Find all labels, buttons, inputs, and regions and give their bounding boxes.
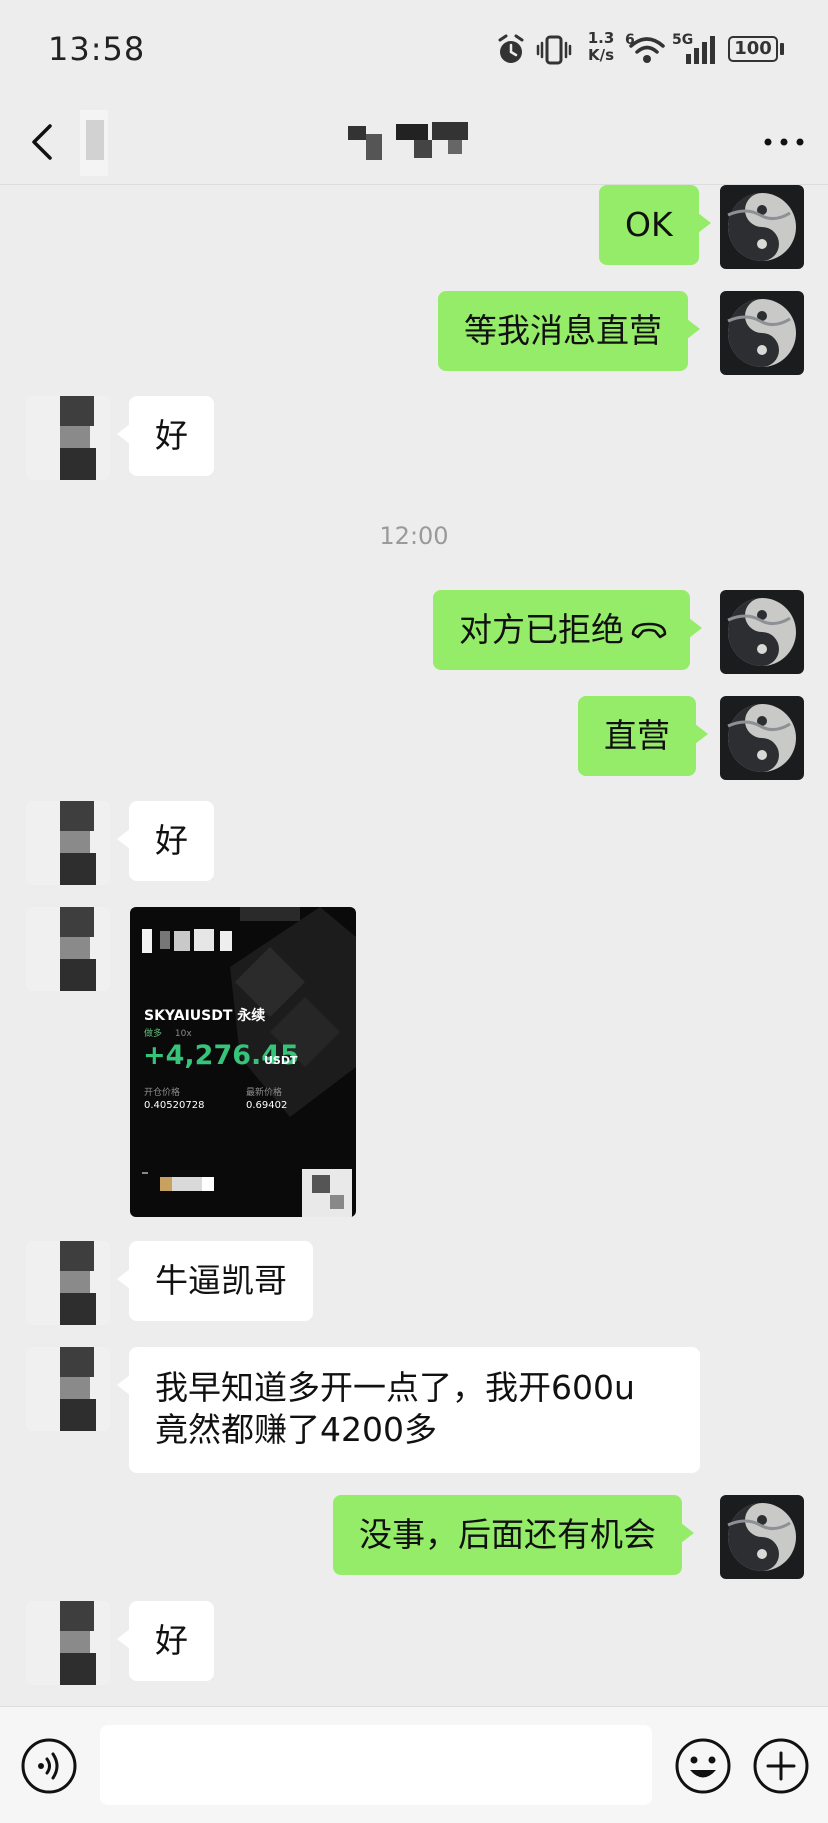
hangup-icon <box>631 622 667 639</box>
my-avatar[interactable] <box>720 1495 804 1579</box>
message-text: 没事，后面还有机会 <box>359 1515 656 1554</box>
emoji-icon[interactable] <box>674 1737 732 1795</box>
contact-avatar-redacted[interactable] <box>26 1347 110 1431</box>
message-bubble-mine[interactable]: 没事，后面还有机会 <box>333 1495 694 1575</box>
message-text: 好 <box>155 1621 188 1660</box>
message-bubble-theirs[interactable]: 好 <box>117 1601 214 1681</box>
contact-avatar-redacted[interactable] <box>26 396 110 480</box>
message-bubble-theirs[interactable]: 好 <box>117 396 214 476</box>
trading-pair: SKYAIUSDT 永续 <box>144 1008 266 1024</box>
position-side: 做多 10x <box>144 1029 192 1039</box>
open-price-label: 开仓价格 <box>144 1088 181 1098</box>
message-bubble-theirs[interactable]: 我早知道多开一点了，我开600u 竟然都赚了4200多 <box>117 1347 700 1473</box>
last-price-label: 最新价格 <box>246 1088 283 1098</box>
plus-icon[interactable] <box>752 1737 810 1795</box>
message-bubble-mine[interactable]: 等我消息直营 <box>438 291 700 371</box>
message-text: OK <box>625 205 673 244</box>
my-avatar[interactable] <box>720 185 804 269</box>
message-text: 直营 <box>604 716 670 755</box>
message-text: 好 <box>155 416 188 455</box>
message-text: 好 <box>155 821 188 860</box>
message-bubble-theirs[interactable]: 好 <box>117 801 214 881</box>
voice-icon[interactable] <box>20 1737 78 1795</box>
open-price-value: 0.40520728 <box>144 1100 205 1111</box>
message-text-line: 竟然都赚了4200多 <box>155 1410 437 1449</box>
my-avatar[interactable] <box>720 291 804 375</box>
pnl-unit: USDT <box>264 1054 298 1067</box>
contact-avatar-redacted[interactable] <box>26 801 110 885</box>
last-price-value: 0.69402 <box>246 1100 288 1111</box>
message-text: 牛逼凯哥 <box>155 1261 287 1300</box>
message-bubble-mine[interactable]: 直营 <box>578 696 708 776</box>
my-avatar[interactable] <box>720 590 804 674</box>
message-list: OK 等我消息直营 好 12:00 对方已拒绝 直营 好 SKYAIUSDT 永… <box>0 0 828 1706</box>
message-input[interactable] <box>100 1725 652 1805</box>
message-text-line: 我早知道多开一点了，我开600u <box>155 1368 635 1407</box>
contact-avatar-redacted[interactable] <box>26 907 110 991</box>
message-text: 等我消息直营 <box>464 311 662 350</box>
contact-avatar-redacted[interactable] <box>26 1601 110 1685</box>
call-declined-bubble[interactable]: 对方已拒绝 <box>433 590 702 670</box>
my-avatar[interactable] <box>720 696 804 780</box>
input-bar <box>0 1706 828 1823</box>
trade-screenshot-image[interactable]: SKYAIUSDT 永续 做多 10x +4,276.45 USDT 开仓价格 … <box>130 907 356 1217</box>
message-timestamp: 12:00 <box>379 522 449 550</box>
message-text: 对方已拒绝 <box>459 610 624 649</box>
contact-avatar-redacted[interactable] <box>26 1241 110 1325</box>
message-bubble-theirs[interactable]: 牛逼凯哥 <box>117 1241 313 1321</box>
message-bubble-mine[interactable]: OK <box>599 185 711 265</box>
